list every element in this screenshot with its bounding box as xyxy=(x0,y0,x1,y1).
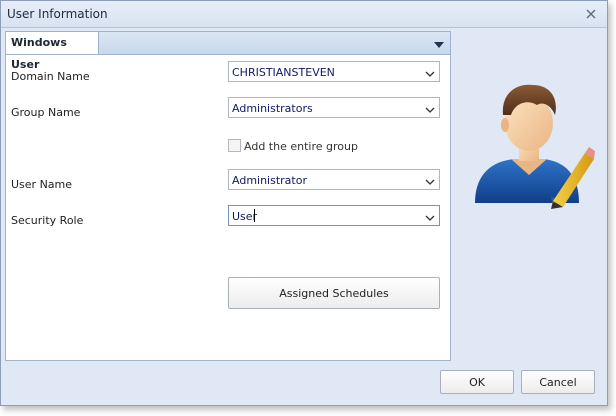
chevron-down-icon[interactable] xyxy=(425,104,435,113)
triangle-down-icon[interactable] xyxy=(434,39,444,48)
chevron-down-icon[interactable] xyxy=(425,212,435,221)
group-name-dropdown[interactable]: Administrators xyxy=(228,97,440,118)
close-icon[interactable] xyxy=(581,5,601,23)
user-name-dropdown[interactable]: Administrator xyxy=(228,169,440,190)
assigned-schedules-button[interactable]: Assigned Schedules xyxy=(228,277,440,309)
user-name-label: User Name xyxy=(11,178,73,191)
security-role-dropdown[interactable]: User xyxy=(228,205,440,226)
security-role-label: Security Role xyxy=(11,214,84,227)
ok-button[interactable]: OK xyxy=(440,370,514,394)
tab-header: Windows User xyxy=(6,32,450,71)
windows-user-panel: Windows User Domain Name CHRISTIANSTEVEN… xyxy=(5,31,451,361)
entire-group-label[interactable]: Add the entire group xyxy=(244,140,358,153)
title-bar: User Information xyxy=(1,1,607,28)
tab-windows-user[interactable]: Windows User xyxy=(6,32,99,71)
entire-group-checkbox[interactable] xyxy=(228,139,241,152)
user-edit-icon xyxy=(467,75,595,271)
domain-name-value: CHRISTIANSTEVEN xyxy=(232,66,335,79)
domain-name-label: Domain Name xyxy=(11,70,90,83)
chevron-down-icon[interactable] xyxy=(425,176,435,185)
group-name-label: Group Name xyxy=(11,106,81,119)
user-information-dialog: User Information Windows User Domain Nam… xyxy=(0,0,608,406)
group-name-value: Administrators xyxy=(232,102,313,115)
chevron-down-icon[interactable] xyxy=(425,68,435,77)
cancel-button[interactable]: Cancel xyxy=(521,370,595,394)
window-title: User Information xyxy=(7,7,108,21)
user-name-value: Administrator xyxy=(232,174,307,187)
domain-name-dropdown[interactable]: CHRISTIANSTEVEN xyxy=(228,61,440,82)
text-caret xyxy=(254,209,255,222)
